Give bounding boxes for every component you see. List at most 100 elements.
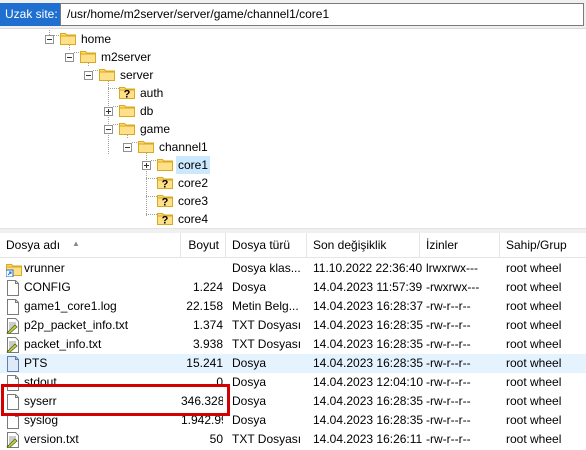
file-list-header: Dosya adı ▲ Boyut Dosya türü Son değişik… <box>0 233 586 258</box>
column-header-modified[interactable]: Son değişiklik <box>307 233 420 258</box>
file-row-version.txt[interactable]: version.txt 50 TXT Dosyası 14.04.2023 16:26… <box>0 430 586 449</box>
file-icon <box>6 413 20 429</box>
file-size: 50 <box>209 432 223 446</box>
column-header-permissions-label: İzinler <box>426 238 459 252</box>
folder-unknown-icon: ? <box>119 85 135 101</box>
tree-node-label: core2 <box>178 176 209 190</box>
collapse-icon[interactable] <box>104 125 113 134</box>
file-owner: root wheel <box>506 261 562 275</box>
collapse-icon[interactable] <box>65 53 74 62</box>
file-owner: root wheel <box>506 280 562 294</box>
file-modified: 14.04.2023 16:28:37 <box>313 299 424 313</box>
tree-node-label: channel1 <box>159 140 208 154</box>
collapse-icon[interactable] <box>45 35 54 44</box>
folder-icon <box>157 157 173 171</box>
sort-ascending-icon: ▲ <box>72 239 80 248</box>
file-row-syslog[interactable]: syslog 1.942.993 Dosya 14.04.2023 16:28:35-… <box>0 411 586 430</box>
file-row-packet_info.txt[interactable]: packet_info.txt 3.938 TXT Dosyası 14.04.202… <box>0 335 586 354</box>
file-modified: 14.04.2023 16:28:35 <box>313 318 424 332</box>
file-row-p2p_packet_info.txt[interactable]: p2p_packet_info.txt 1.374 TXT Dosyası 14.04… <box>0 316 586 335</box>
column-header-name[interactable]: Dosya adı ▲ <box>0 233 181 258</box>
file-name-cell: game1_core1.log <box>6 297 181 316</box>
tree-node-label: server <box>120 68 154 82</box>
file-size: 1.942.993 <box>181 413 223 427</box>
folder-icon <box>60 31 76 45</box>
file-type: Dosya <box>232 356 267 370</box>
symlink-folder-icon <box>6 261 22 278</box>
file-name: syserr <box>24 394 57 408</box>
folder-icon <box>99 67 115 81</box>
file-size: 22.158 <box>186 299 223 313</box>
folder-icon <box>80 49 96 63</box>
file-type: Dosya <box>232 375 267 389</box>
file-modified: 11.10.2022 22:36:40 <box>313 261 423 275</box>
column-header-size[interactable]: Boyut <box>181 233 226 258</box>
file-icon <box>6 280 20 296</box>
column-header-owner[interactable]: Sahip/Grup <box>500 233 586 258</box>
file-size <box>181 259 223 278</box>
svg-text:?: ? <box>124 89 131 100</box>
collapse-icon[interactable] <box>123 143 132 152</box>
file-row-vrunner[interactable]: vrunner Dosya klas... 11.10.2022 22:36:40 l… <box>0 259 586 278</box>
file-permissions: -rw-r--r-- <box>426 413 471 427</box>
text-file-icon <box>6 432 20 449</box>
file-size: 15.241 <box>186 356 223 370</box>
file-permissions: -rw-r--r-- <box>426 318 471 332</box>
folder-unknown-icon: ? <box>157 193 173 209</box>
file-owner: root wheel <box>506 318 562 332</box>
column-header-type-label: Dosya türü <box>232 238 291 252</box>
expand-icon[interactable] <box>104 107 113 116</box>
file-icon <box>6 299 20 315</box>
remote-site-label: Uzak site: <box>0 3 63 26</box>
address-bar: Uzak site: /usr/home/m2server/server/gam… <box>0 0 586 29</box>
file-permissions: -rw-r--r-- <box>426 375 471 389</box>
folder-unknown-icon: ? <box>157 175 173 191</box>
file-row-PTS[interactable]: PTS 15.241 Dosya 14.04.2023 16:28:35 -rw-r--… <box>0 354 586 373</box>
file-type: TXT Dosyası <box>232 432 302 446</box>
file-type: TXT Dosyası <box>232 337 302 351</box>
file-name-cell: stdout <box>6 373 181 392</box>
column-header-size-label: Boyut <box>188 238 219 252</box>
file-type: TXT Dosyası <box>232 318 302 332</box>
file-name: PTS <box>24 356 48 370</box>
file-icon <box>6 394 20 410</box>
folder-icon <box>119 103 135 117</box>
remote-file-list: Dosya adı ▲ Boyut Dosya türü Son değişik… <box>0 233 586 450</box>
column-header-permissions[interactable]: İzinler <box>420 233 500 258</box>
file-row-CONFIG[interactable]: CONFIG 1.224 Dosya 14.04.2023 11:57:39 -rwxr… <box>0 278 586 297</box>
column-header-type[interactable]: Dosya türü <box>226 233 307 258</box>
svg-text:?: ? <box>162 215 169 226</box>
remote-path-input[interactable]: /usr/home/m2server/server/game/channel1/… <box>60 3 584 26</box>
folder-unknown-icon: ? <box>157 211 173 227</box>
file-permissions: lrwxrwx--- <box>426 261 478 275</box>
file-owner: root wheel <box>506 375 562 389</box>
file-name: p2p_packet_info.txt <box>24 318 129 332</box>
file-modified: 14.04.2023 16:28:35 <box>313 356 424 370</box>
file-icon <box>6 375 20 391</box>
file-type: Dosya <box>232 394 267 408</box>
file-blue-icon <box>6 356 20 372</box>
tree-node-label: auth <box>140 86 164 100</box>
file-type: Dosya <box>232 413 267 427</box>
file-permissions: -rwxrwx--- <box>426 280 480 294</box>
file-permissions: -rw-r--r-- <box>426 432 471 446</box>
collapse-icon[interactable] <box>84 71 93 80</box>
file-row-syserr[interactable]: syserr 346.328 Dosya 14.04.2023 16:28:35 -rw… <box>0 392 586 411</box>
file-size: 1.224 <box>192 280 223 294</box>
file-name-cell: PTS <box>6 354 181 373</box>
expand-icon[interactable] <box>142 161 151 170</box>
file-type: Dosya <box>232 280 267 294</box>
file-name: game1_core1.log <box>24 299 117 313</box>
file-row-game1_core1.log[interactable]: game1_core1.log 22.158 Metin Belg... 14.04.… <box>0 297 586 316</box>
file-modified: 14.04.2023 11:57:39 <box>313 280 423 294</box>
file-owner: root wheel <box>506 337 562 351</box>
file-owner: root wheel <box>506 299 562 313</box>
file-size: 346.328 <box>181 394 223 408</box>
file-size: 3.938 <box>192 337 223 351</box>
tree-node-label: game <box>140 122 171 136</box>
file-name: CONFIG <box>24 280 71 294</box>
file-name: syslog <box>24 413 59 427</box>
svg-text:?: ? <box>162 179 169 190</box>
file-row-stdout[interactable]: stdout 0 Dosya 14.04.2023 12:04:10 -rw-r--r-… <box>0 373 586 392</box>
file-size: 0 <box>216 375 223 389</box>
